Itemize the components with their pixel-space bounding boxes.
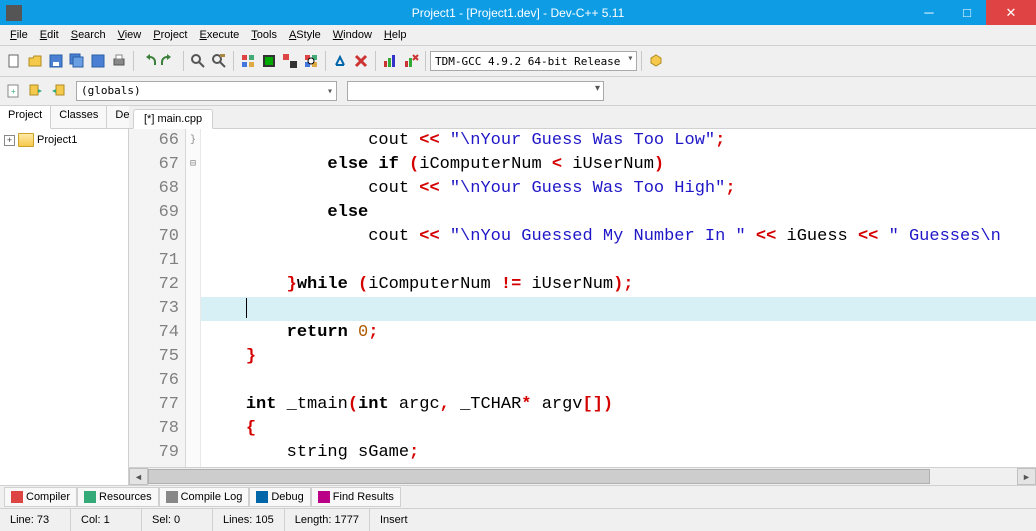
compile-run-icon[interactable] xyxy=(280,51,300,71)
menu-file[interactable]: File xyxy=(4,27,34,43)
status-line: Line: 73 xyxy=(0,509,71,531)
save-as-icon[interactable] xyxy=(88,51,108,71)
menu-astyle[interactable]: AStyle xyxy=(283,27,327,43)
window-title: Project1 - [Project1.dev] - Dev-C++ 5.11 xyxy=(412,6,625,20)
app-icon xyxy=(6,5,22,21)
menu-window[interactable]: Window xyxy=(327,27,378,43)
debug-icon[interactable] xyxy=(330,51,350,71)
new-class-icon[interactable]: + xyxy=(4,81,24,101)
file-tabs: [*] main.cpp xyxy=(129,106,1036,129)
project-icon xyxy=(18,133,34,147)
help-icon[interactable] xyxy=(646,51,666,71)
status-length: Length: 1777 xyxy=(285,509,370,531)
tab-icon xyxy=(11,491,23,503)
save-all-icon[interactable] xyxy=(67,51,87,71)
tab-icon xyxy=(256,491,268,503)
main-toolbar: TDM-GCC 4.9.2 64-bit Release xyxy=(0,46,1036,77)
tab-icon xyxy=(166,491,178,503)
file-tab[interactable]: [*] main.cpp xyxy=(133,109,213,129)
svg-text:+: + xyxy=(11,87,16,96)
bottom-tab-find-results[interactable]: Find Results xyxy=(311,487,401,507)
rebuild-icon[interactable] xyxy=(301,51,321,71)
find-icon[interactable] xyxy=(188,51,208,71)
tab-icon xyxy=(318,491,330,503)
scope-toolbar: + (globals) xyxy=(0,77,1036,106)
bottom-tab-compiler[interactable]: Compiler xyxy=(4,487,77,507)
status-lines: Lines: 105 xyxy=(213,509,285,531)
undo-icon[interactable] xyxy=(138,51,158,71)
tab-icon xyxy=(84,491,96,503)
code-editor[interactable]: 666768697071727374757677787980 }⊟ cout <… xyxy=(129,129,1036,467)
bottom-tabs: CompilerResourcesCompile LogDebugFind Re… xyxy=(0,485,1036,508)
scroll-right-icon[interactable]: ► xyxy=(1017,468,1036,485)
status-sel: Sel: 0 xyxy=(142,509,213,531)
open-icon[interactable] xyxy=(25,51,45,71)
bottom-tab-resources[interactable]: Resources xyxy=(77,487,159,507)
bottom-tab-debug[interactable]: Debug xyxy=(249,487,310,507)
menu-view[interactable]: View xyxy=(112,27,148,43)
menu-search[interactable]: Search xyxy=(65,27,112,43)
menu-edit[interactable]: Edit xyxy=(34,27,65,43)
scope-dropdown[interactable]: (globals) xyxy=(76,81,337,101)
side-tabs: ProjectClassesDebug xyxy=(0,106,128,129)
menu-help[interactable]: Help xyxy=(378,27,413,43)
minimize-button[interactable]: ─ xyxy=(910,0,948,25)
menu-bar: FileEditSearchViewProjectExecuteToolsASt… xyxy=(0,25,1036,46)
member-dropdown[interactable] xyxy=(347,81,604,101)
side-tab-classes[interactable]: Classes xyxy=(51,106,107,128)
status-bar: Line: 73 Col: 1 Sel: 0 Lines: 105 Length… xyxy=(0,508,1036,531)
replace-icon[interactable] xyxy=(209,51,229,71)
save-icon[interactable] xyxy=(46,51,66,71)
compile-icon[interactable] xyxy=(238,51,258,71)
run-icon[interactable] xyxy=(259,51,279,71)
bottom-tab-compile-log[interactable]: Compile Log xyxy=(159,487,250,507)
scroll-thumb[interactable] xyxy=(148,469,930,484)
fold-gutter[interactable]: }⊟ xyxy=(186,129,201,467)
tree-root-node[interactable]: + Project1 xyxy=(4,133,124,147)
menu-tools[interactable]: Tools xyxy=(245,27,283,43)
project-tree[interactable]: + Project1 xyxy=(0,129,128,485)
menu-project[interactable]: Project xyxy=(147,27,193,43)
new-file-icon[interactable] xyxy=(4,51,24,71)
side-tab-project[interactable]: Project xyxy=(0,106,51,129)
close-button[interactable]: ✕ xyxy=(986,0,1036,25)
delete-profile-icon[interactable] xyxy=(401,51,421,71)
expand-icon[interactable]: + xyxy=(4,135,15,146)
profile-icon[interactable] xyxy=(380,51,400,71)
compiler-selector[interactable]: TDM-GCC 4.9.2 64-bit Release xyxy=(430,51,637,71)
title-bar: Project1 - [Project1.dev] - Dev-C++ 5.11… xyxy=(0,0,1036,25)
line-gutter: 666768697071727374757677787980 xyxy=(129,129,186,467)
status-col: Col: 1 xyxy=(71,509,142,531)
goto-back-icon[interactable] xyxy=(48,81,68,101)
goto-func-icon[interactable] xyxy=(26,81,46,101)
status-mode: Insert xyxy=(370,509,440,531)
scroll-left-icon[interactable]: ◄ xyxy=(129,468,148,485)
tree-root-label: Project1 xyxy=(37,134,77,146)
stop-icon[interactable] xyxy=(351,51,371,71)
source-text[interactable]: cout << "\nYour Guess Was Too Low"; else… xyxy=(201,129,1036,467)
maximize-button[interactable]: □ xyxy=(948,0,986,25)
print-icon[interactable] xyxy=(109,51,129,71)
menu-execute[interactable]: Execute xyxy=(194,27,246,43)
horizontal-scrollbar[interactable]: ◄ ► xyxy=(129,467,1036,485)
redo-icon[interactable] xyxy=(159,51,179,71)
